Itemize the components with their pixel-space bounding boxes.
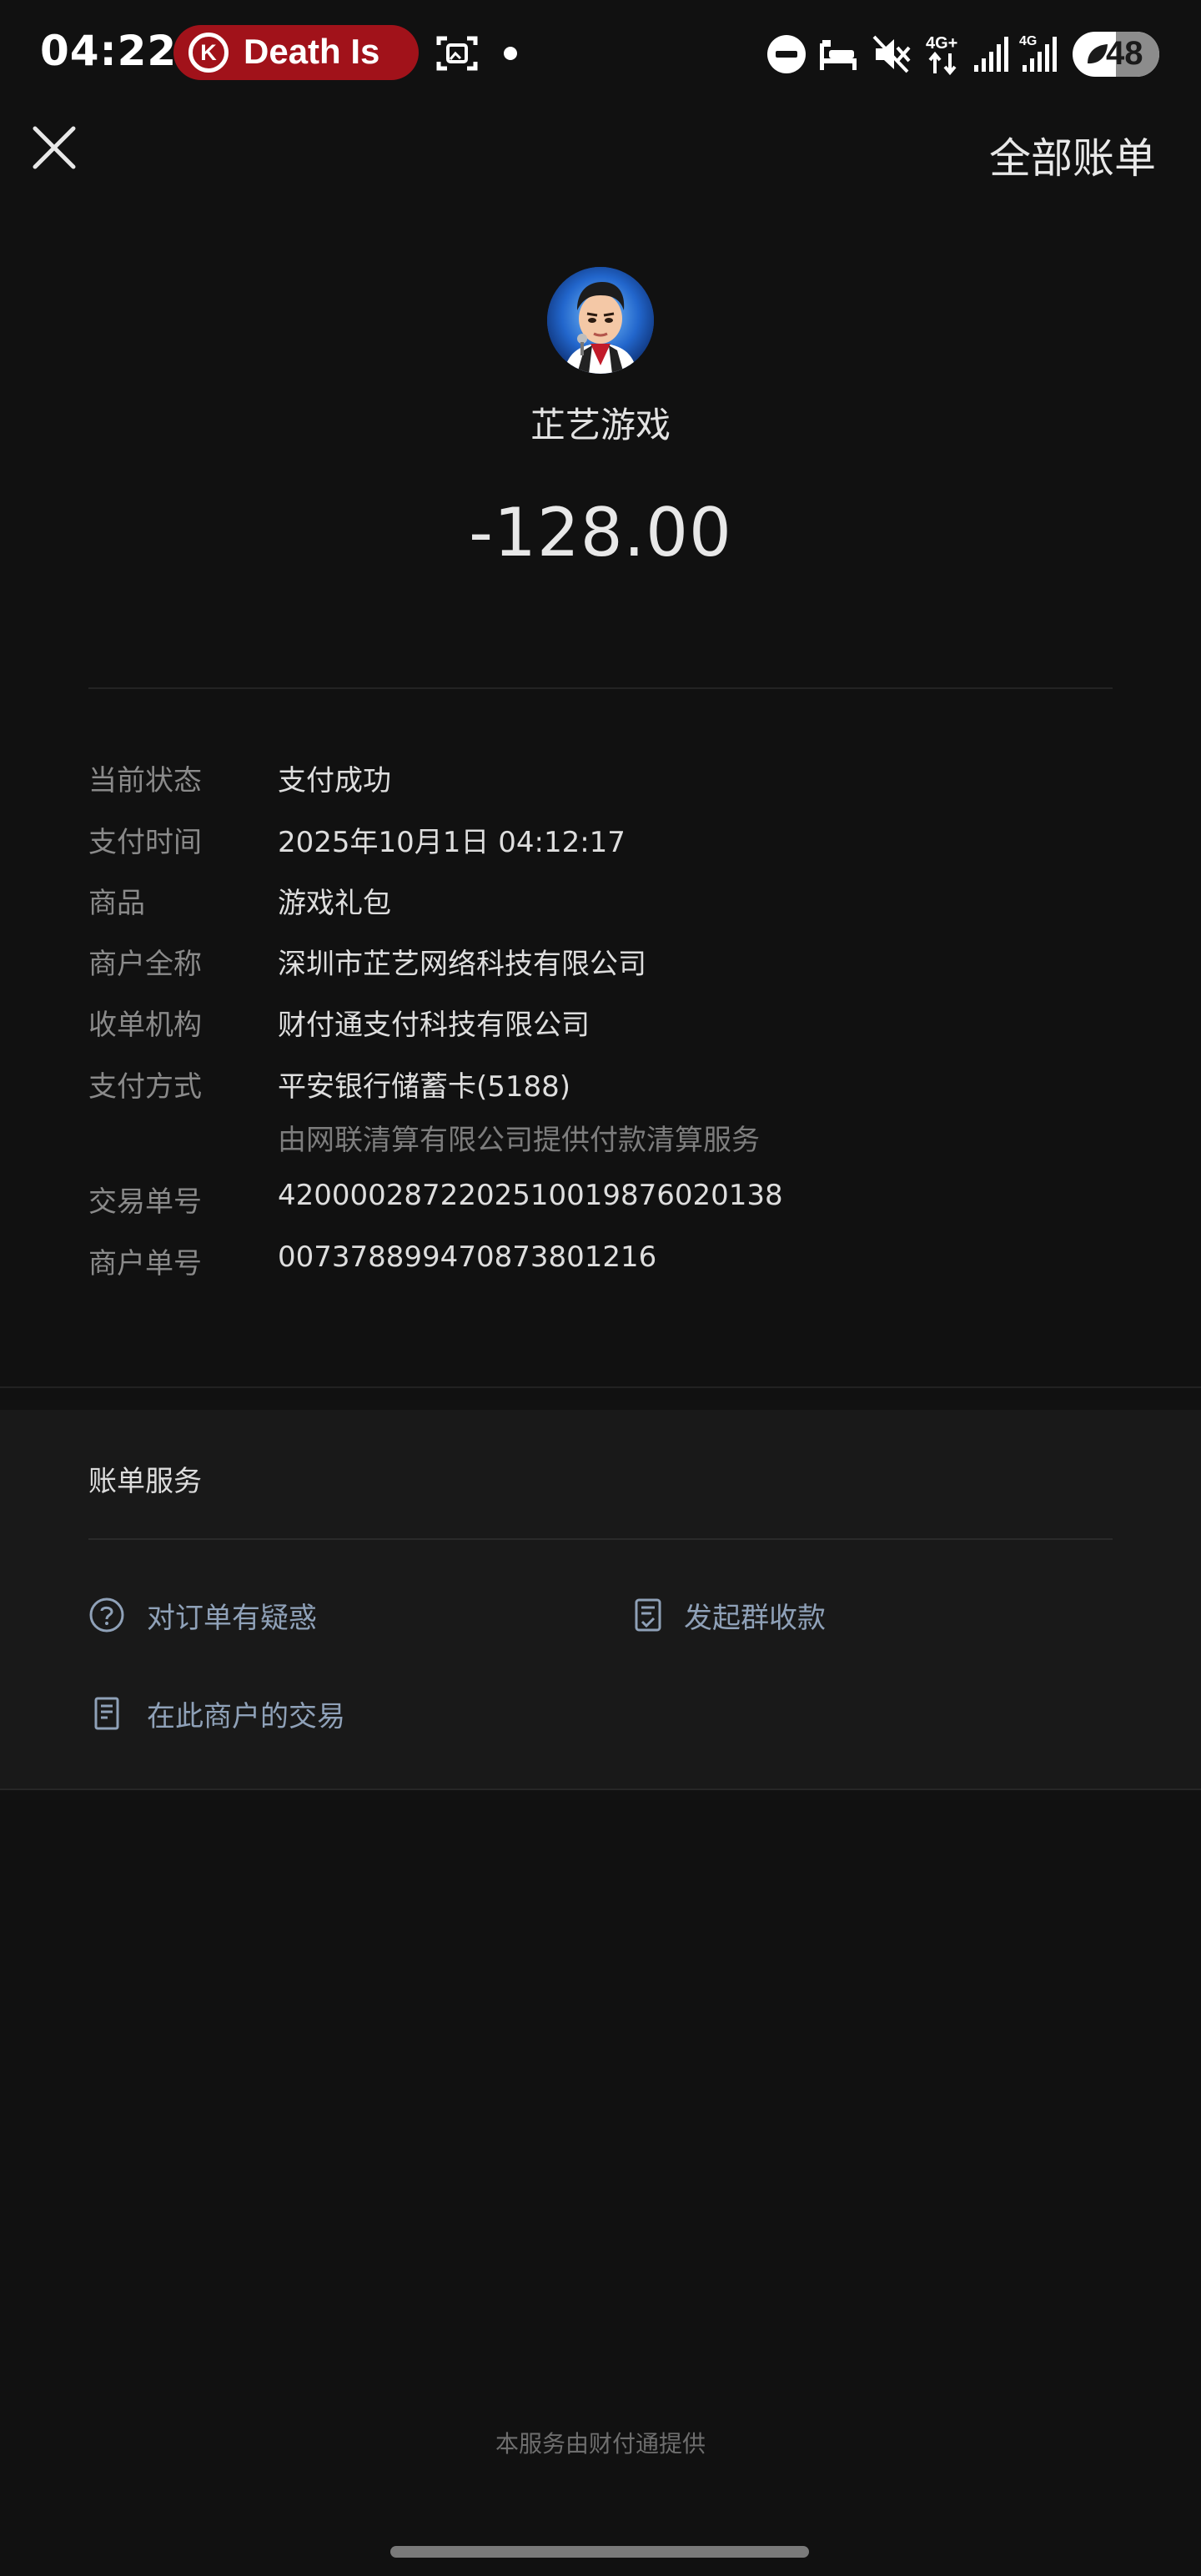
music-app-icon: K xyxy=(188,33,229,73)
media-playback-pill[interactable]: K Death Is xyxy=(173,25,419,80)
screenshot-icon xyxy=(436,36,478,71)
status-bar: 04:22 K Death Is 4G+ 4G 48 xyxy=(0,0,1201,108)
detail-label: 商户全称 xyxy=(88,948,202,981)
svg-text:4G+: 4G+ xyxy=(926,34,957,53)
signal-strength-icon xyxy=(974,37,1008,72)
all-bills-link[interactable]: 全部账单 xyxy=(989,125,1156,185)
detail-label: 商户单号 xyxy=(88,1247,202,1280)
bill-detail-page: 04:22 K Death Is 4G+ 4G 48 全部账单 芷艺游戏 -12… xyxy=(0,0,1201,2576)
detail-value: 游戏礼包 xyxy=(278,887,391,920)
battery-level: 48 xyxy=(1106,35,1143,72)
svg-text:4G: 4G xyxy=(1019,34,1037,48)
status-time: 04:22 xyxy=(40,27,178,75)
divider xyxy=(0,1386,1201,1388)
detail-label: 支付方式 xyxy=(88,1070,202,1104)
detail-label: 支付时间 xyxy=(88,826,202,859)
bill-services-panel: 账单服务 对订单有疑惑 发起群收款 在此商户的交易 xyxy=(0,1410,1201,1790)
receipt-icon xyxy=(94,1697,119,1730)
home-indicator[interactable] xyxy=(390,2546,809,2558)
merchant-avatar xyxy=(547,267,654,374)
merchant-name: 芷艺游戏 xyxy=(530,405,671,445)
question-icon xyxy=(89,1597,124,1633)
detail-label: 交易单号 xyxy=(88,1185,202,1219)
merchant-order-id[interactable]: 00737889947087380121​6 xyxy=(278,1240,656,1274)
mute-icon xyxy=(872,35,911,73)
media-title: Death Is xyxy=(244,32,380,71)
battery-indicator: 48 xyxy=(1073,32,1159,77)
divider xyxy=(88,1538,1113,1540)
checklist-icon xyxy=(635,1598,661,1632)
detail-label: 当前状态 xyxy=(88,764,202,797)
signal-strength-secondary-icon: 4G xyxy=(1019,34,1057,72)
sleep-mode-icon xyxy=(820,40,857,70)
detail-value: 平安银行储蓄卡(5188) xyxy=(278,1070,571,1104)
detail-label: 商品 xyxy=(88,887,145,920)
service-provider-note: 本服务由财付通提供 xyxy=(495,2430,706,2458)
avatar-illustration-icon xyxy=(547,267,654,374)
close-icon[interactable] xyxy=(30,123,78,172)
detail-label: 收单机构 xyxy=(88,1009,202,1042)
transaction-id[interactable]: 4200002872202510019876020138 xyxy=(278,1179,783,1212)
divider xyxy=(88,687,1113,689)
detail-value: 2025年10月1日 04:12:17 xyxy=(278,826,626,859)
detail-value: 财付通支付科技有限公司 xyxy=(278,1009,590,1042)
clearing-service-note: 由网联清算有限公司提供付款清算服务 xyxy=(278,1124,760,1157)
group-collection-label: 发起群收款 xyxy=(684,1602,826,1635)
bill-services-title: 账单服务 xyxy=(88,1465,202,1498)
order-question-label: 对订单有疑惑 xyxy=(147,1602,317,1635)
network-4g-plus-icon: 4G+ xyxy=(926,34,957,76)
payment-amount: -128.00 xyxy=(469,494,732,571)
order-question-button[interactable]: 对订单有疑惑 xyxy=(88,1595,439,1637)
notification-dot-icon xyxy=(504,47,517,60)
group-collection-button[interactable]: 发起群收款 xyxy=(631,1595,964,1637)
merchant-transactions-label: 在此商户的交易 xyxy=(147,1700,345,1733)
detail-value: 深圳市芷艺网络科技有限公司 xyxy=(278,948,646,981)
do-not-disturb-icon xyxy=(767,35,806,73)
detail-value: 支付成功 xyxy=(278,764,391,797)
merchant-transactions-button[interactable]: 在此商户的交易 xyxy=(88,1693,439,1735)
